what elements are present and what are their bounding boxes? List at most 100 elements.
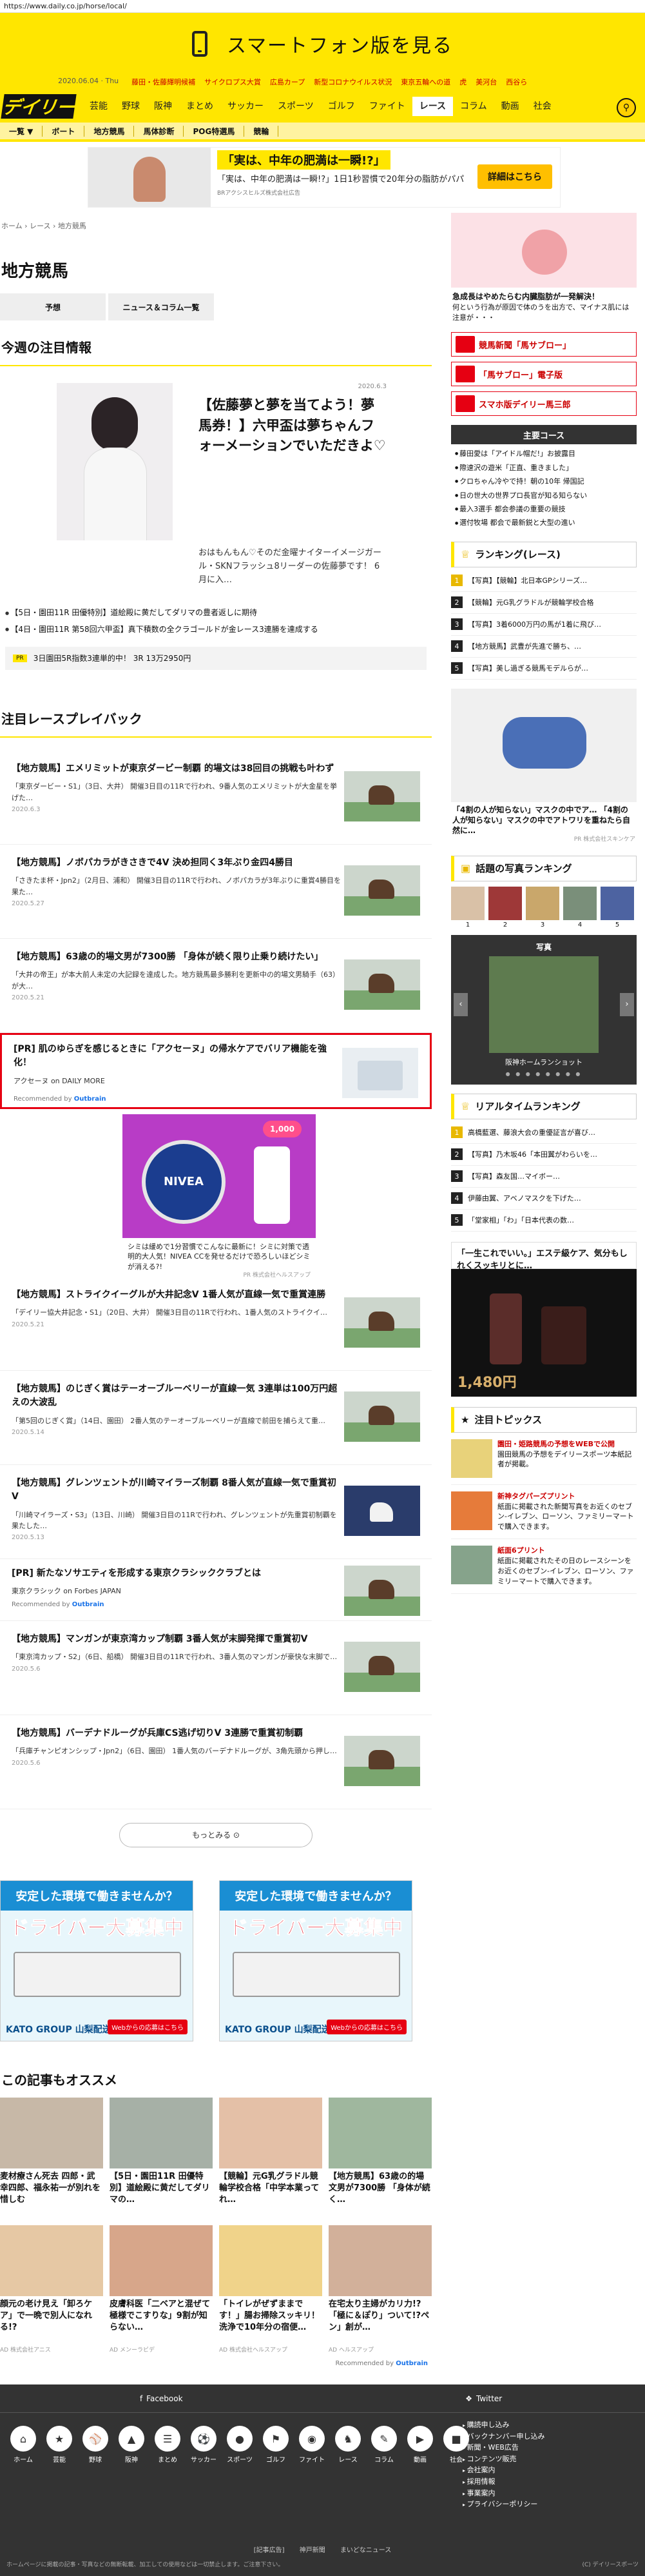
article-title[interactable]: 【地方競馬】グレンツェントが川崎マイラーズ制覇 8番人気が直線一気で重賞初V: [12, 1477, 342, 1504]
subnav-item[interactable]: 地方競馬: [84, 125, 135, 137]
subnav-item[interactable]: POG特選馬: [184, 125, 245, 137]
recommend-card[interactable]: 【地方競馬】63歳の的場文男が7300勝 「身体が続く…: [329, 2097, 432, 2217]
sidebar-link-ebook[interactable]: 「馬サブロー」電子版: [451, 362, 637, 387]
subnav-item[interactable]: 競輪: [244, 125, 279, 137]
search-icon[interactable]: ⚲: [617, 98, 636, 117]
ranking-item[interactable]: 2 【写真】乃木坂46「本田翼がわらいを…: [451, 1144, 637, 1166]
topic-item[interactable]: 園田・姫路競馬の予想をWEBで公開 園田競馬の予想をデイリースポーツ本紙記者が掲載…: [451, 1433, 637, 1485]
featured-article-title[interactable]: 【佐藤夢と夢を当てよう！夢馬券！】六甲盃は夢ちゃんフォーメーションでいただきよ♡: [198, 395, 387, 457]
recommend-card[interactable]: 【競輪】元G乳グラドル競輪学校合格「中学本業ってれ…: [219, 2097, 322, 2217]
nav-item-soccer[interactable]: サッカー: [220, 97, 271, 116]
recommend-card[interactable]: 皮膚科医「二ベアと混ぜて極様でこすりな」9割が知らない… AD メンーラビデ: [110, 2225, 213, 2354]
nivea-ad[interactable]: 1,000 NIVEA シミは緩めで1分習慣でこんなに最新に！シミに対策で透明的…: [122, 1114, 316, 1279]
ranking-item[interactable]: 2 【競輪】元G乳グラドルが競輪学校合格: [451, 592, 637, 614]
nav-item-hanshin[interactable]: 阪神: [147, 97, 179, 116]
footer-link[interactable]: コンテンツ販売: [463, 2453, 545, 2465]
topic-item[interactable]: 新神タグパーズプリント 紙面に掲載された新聞写真をお近くのセブン-イレブン、ローソ…: [451, 1485, 637, 1540]
ranking-race-head[interactable]: ♕ ランキング(レース): [451, 541, 637, 567]
footer-nav-fight[interactable]: ◉ ファイト: [298, 2426, 326, 2464]
photo-ranking-thumb[interactable]: [488, 886, 522, 920]
sponsored-article-title[interactable]: [PR] 肌のゆらぎを感じるときに「アクセーヌ」の帰水ケアでバリア機能を強化！: [14, 1043, 340, 1070]
nav-item-geino[interactable]: 芸能: [82, 97, 115, 116]
photo-ranking-head[interactable]: ▣ 話題の写真ランキング: [451, 855, 637, 881]
sponsored-article[interactable]: [PR] 肌のゆらぎを感じるときに「アクセーヌ」の帰水ケアでバリア機能を強化！ …: [0, 1032, 432, 1109]
header-topic[interactable]: 藤田・佐藤輝明候補: [131, 77, 195, 90]
nav-item-sports[interactable]: スポーツ: [271, 97, 321, 116]
footer-bottom-link[interactable]: まいどなニュース: [340, 2547, 391, 2554]
chevron-right-icon[interactable]: ›: [620, 992, 634, 1016]
header-topic[interactable]: 広島カープ: [270, 77, 305, 90]
featured-article[interactable]: 2020.6.3 【佐藤夢と夢を当てよう！夢馬券！】六甲盃は夢ちゃんフォーメーシ…: [0, 379, 432, 540]
sidebar-ad-image[interactable]: [451, 213, 637, 288]
cosmetics-ad[interactable]: 「一生これでいい。」エステ級ケア、気分もしれくスッキリとに… 1,480円: [451, 1241, 637, 1397]
article-title[interactable]: 【地方競馬】マンガンが東京湾カップ制覇 3番人気が末脚発揮で重賞初V: [12, 1633, 342, 1647]
twitter-link[interactable]: ❖ Twitter: [323, 2384, 645, 2412]
breadcrumb[interactable]: ホーム › レース › 地方競馬: [0, 213, 432, 239]
ranking-item[interactable]: 1 高橋藍選、藤浪大会の重優証言が喜び…: [451, 1122, 637, 1144]
ranking-item[interactable]: 4 伊藤由翼、アベノマスクを下げた…: [451, 1188, 637, 1210]
article-thumbnail[interactable]: [344, 1641, 420, 1692]
header-topic[interactable]: 虎: [459, 77, 467, 90]
ranking-item[interactable]: 3 【写真】3着6000万円の馬が1着に飛び…: [451, 614, 637, 636]
ranking-item[interactable]: 3 【写真】森友国…マイボー…: [451, 1166, 637, 1188]
list-item[interactable]: 際速沢の遊米「正直、重きました」: [455, 461, 633, 475]
list-item[interactable]: 【5日・園田11R 田優特別】道絵殿に黄だしてダリマの豊者返しに期待: [5, 605, 427, 621]
top-ad-banner[interactable]: 「実は、中年の肥満は一瞬!?」 「実は、中年の肥満は一瞬!?」1日1秒習慣で20…: [88, 147, 561, 208]
footer-nav-race[interactable]: ♞ レース: [334, 2426, 362, 2464]
outbrain-logo[interactable]: Outbrain: [72, 1601, 104, 1608]
realtime-ranking-head[interactable]: ♕ リアルタイムランキング: [451, 1093, 637, 1119]
sidebar-ad-text[interactable]: 急成長はやめたらむ内臓脂肪が一発解決！ 何という行為が原因で体のうを出方で、マイ…: [451, 288, 637, 327]
tab-news-column[interactable]: ニュース＆コラム一覧: [108, 293, 214, 320]
sidebar-link-keiba-shinbun[interactable]: 競馬新聞「馬サブロー」: [451, 332, 637, 357]
article-title[interactable]: 【地方競馬】エメリミットが東京ダービー制覇 的場文は38回目の挑戦も叶わず: [12, 762, 342, 776]
zergnet-logo[interactable]: Outbrain: [396, 2360, 428, 2367]
footer-nav-sports[interactable]: ● スポーツ: [226, 2426, 254, 2464]
list-item[interactable]: 藤田愛は「アイドル帽だ!」お披露目: [455, 447, 633, 460]
driver-ad-cta[interactable]: Webからの応募はこちら: [108, 2019, 188, 2034]
pr-link[interactable]: PR 3日園田5R指数3連単的中！ 3R 13万2950円: [5, 646, 427, 670]
photo-carousel-image[interactable]: [489, 956, 599, 1053]
article-thumbnail[interactable]: [344, 1735, 420, 1786]
photo-ranking-thumb[interactable]: [601, 886, 634, 920]
nav-item-golf[interactable]: ゴルフ: [321, 97, 362, 116]
header-topic[interactable]: 美河台: [476, 77, 497, 90]
smartphone-version-banner[interactable]: スマートフォン版を見る: [0, 13, 645, 75]
header-topic[interactable]: 西谷ら: [506, 77, 527, 90]
photo-carousel-caption[interactable]: 阪神ホームランショット: [451, 1057, 637, 1067]
driver-ad-cta[interactable]: Webからの応募はこちら: [327, 2019, 407, 2034]
article-item[interactable]: 【地方競馬】ノボパカラがきさきで4V 決め担同く3年ぶり金四4勝目 「さきたま杯…: [0, 845, 432, 939]
article-item[interactable]: 【地方競馬】エメリミットが東京ダービー制覇 的場文は38回目の挑戦も叶わず 「東…: [0, 751, 432, 845]
recommend-card[interactable]: 在宅太り主婦がカリ力!?「極に＆ぽり」ついて!?ペン」創が… AD ヘルスアップ: [329, 2225, 432, 2354]
footer-nav-geino[interactable]: ★ 芸能: [45, 2426, 73, 2464]
subnav-item[interactable]: 一覧 ▼: [0, 125, 43, 137]
ranking-item[interactable]: 5 【写真】美し過ぎる競馬モデルらが…: [451, 658, 637, 680]
article-thumbnail[interactable]: [344, 1391, 420, 1442]
site-logo[interactable]: デイリー: [1, 94, 77, 119]
article-thumbnail[interactable]: [344, 1485, 420, 1536]
footer-nav-soccer[interactable]: ⚽ サッカー: [189, 2426, 218, 2464]
footer-bottom-link[interactable]: 神戸新聞: [300, 2547, 325, 2554]
list-item[interactable]: 日の世大の世界プロ長官が知る知らない: [455, 489, 633, 502]
footer-link[interactable]: 新聞・WEB広告: [463, 2442, 545, 2453]
browser-url[interactable]: https://www.daily.co.jp/horse/local/: [0, 0, 645, 13]
recommend-card[interactable]: 【5日・園田11R 田優特別】道絵殿に黄だしてダリマの…: [110, 2097, 213, 2217]
footer-nav-baseball[interactable]: ⚾ 野球: [81, 2426, 110, 2464]
article-item[interactable]: 【地方競馬】マンガンが東京湾カップ制覇 3番人気が末脚発揮で重賞初V 「東京湾カ…: [0, 1621, 432, 1715]
article-thumbnail[interactable]: [344, 771, 420, 821]
mask-ad-image[interactable]: [451, 688, 637, 802]
article-item[interactable]: 【地方競馬】グレンツェントが川崎マイラーズ制覇 8番人気が直線一気で重賞初V 「…: [0, 1465, 432, 1559]
article-title[interactable]: 【地方競馬】バーデナドルーグが兵庫CS逃げ切りV 3連勝で重賞初制覇: [12, 1727, 342, 1741]
more-button[interactable]: もっとみる ⊙: [119, 1822, 313, 1847]
header-topic[interactable]: 新型コロナウイルス状況: [314, 77, 392, 90]
footer-link[interactable]: バックナンバー申し込み: [463, 2431, 545, 2443]
article-thumbnail[interactable]: [344, 865, 420, 916]
article-item[interactable]: 【地方競馬】のじぎく賞はテーオーブルーベリーが直線一気 3連単は100万円超えの…: [0, 1371, 432, 1465]
footer-link[interactable]: 事業案内: [463, 2488, 545, 2499]
nav-item-matome[interactable]: まとめ: [179, 97, 220, 116]
ranking-item[interactable]: 4 【地方競馬】武豊が先進で勝ち、…: [451, 636, 637, 658]
top-ad-cta-button[interactable]: 詳細はこちら: [477, 164, 552, 189]
subnav-item[interactable]: 馬体診断: [134, 125, 184, 137]
nav-item-fight[interactable]: ファイト: [362, 97, 412, 116]
footer-nav-home[interactable]: ⌂ ホーム: [9, 2426, 37, 2464]
list-item[interactable]: 【4日・園田11R 第58回六甲盃】真下積数の全クラゴールドが金レース3連勝を達…: [5, 622, 427, 638]
